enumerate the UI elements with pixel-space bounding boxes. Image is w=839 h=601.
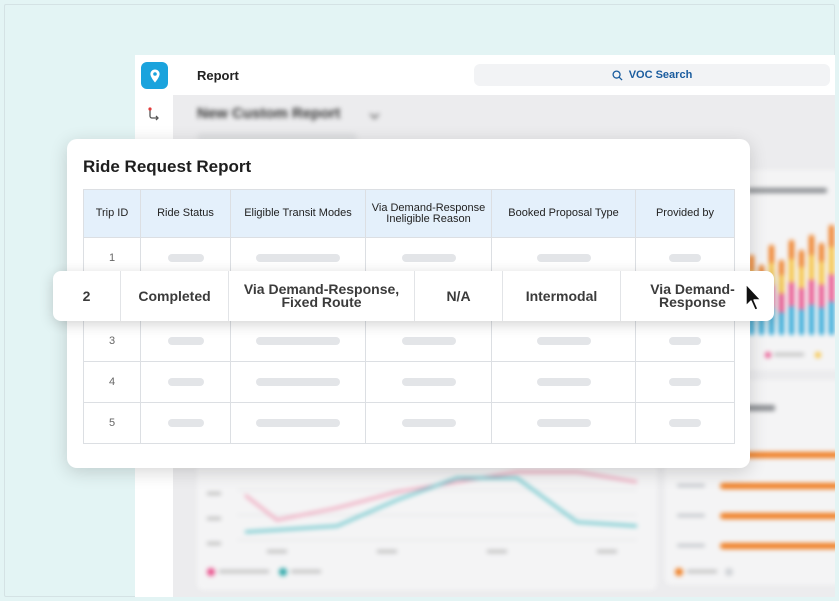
report-title: Ride Request Report <box>83 157 252 176</box>
trip-id-cell: 4 <box>83 361 141 403</box>
column-header-eligible-transit-modes[interactable]: Eligible Transit Modes <box>230 189 366 238</box>
placeholder-pill <box>167 337 204 346</box>
voc-search-button[interactable]: VOC Search <box>474 64 830 86</box>
placeholder-pill <box>167 378 204 387</box>
placeholder-pill <box>256 419 340 428</box>
background-heading: New Custom Report <box>197 105 341 122</box>
bg-chart-legend <box>765 352 825 358</box>
column-header-booked-proposal-type[interactable]: Booked Proposal Type <box>491 189 636 238</box>
trip-id-cell: 5 <box>83 402 141 444</box>
placeholder-pill <box>669 254 701 263</box>
placeholder-pill <box>256 254 340 263</box>
placeholder-pill <box>256 337 340 346</box>
table-row[interactable]: 4 <box>83 361 735 403</box>
logo-location-pin-icon[interactable] <box>141 62 168 89</box>
placeholder-pill <box>401 337 456 346</box>
placeholder-pill <box>536 419 591 428</box>
chevron-down-icon <box>369 109 380 120</box>
mouse-cursor-icon <box>745 283 762 311</box>
placeholder-pill <box>256 378 340 387</box>
placeholder-pill <box>167 419 204 428</box>
highlighted-ride-status: Completed <box>121 271 229 321</box>
search-label: VOC Search <box>628 69 693 81</box>
placeholder-pill <box>536 337 591 346</box>
table-row[interactable]: 5 <box>83 402 735 444</box>
trip-id-cell: 3 <box>83 320 141 362</box>
route-icon[interactable] <box>147 107 161 121</box>
highlighted-booked-proposal-type: Intermodal <box>503 271 621 321</box>
search-icon <box>612 69 623 81</box>
placeholder-pill <box>669 419 701 428</box>
placeholder-pill <box>536 378 591 387</box>
bg-chart-title-line <box>747 188 827 193</box>
table-header-row: Trip ID Ride Status Eligible Transit Mod… <box>83 189 735 238</box>
placeholder-pill <box>401 254 456 263</box>
highlighted-trip-id: 2 <box>53 271 121 321</box>
placeholder-pill <box>536 254 591 263</box>
placeholder-pill <box>401 419 456 428</box>
column-header-trip-id[interactable]: Trip ID <box>83 189 141 238</box>
bg-line-chart-card <box>197 460 657 590</box>
placeholder-pill <box>167 254 204 263</box>
highlighted-table-row[interactable]: 2 Completed Via Demand-Response, Fixed R… <box>53 271 774 321</box>
highlighted-eligible-transit-modes: Via Demand-Response, Fixed Route <box>229 271 415 321</box>
column-header-ineligible-reason[interactable]: Via Demand-Response Ineligible Reason <box>365 189 492 238</box>
placeholder-pill <box>669 378 701 387</box>
app-top-bar: Report VOC Search <box>135 55 835 95</box>
app-title: Report <box>197 68 239 83</box>
column-header-ride-status[interactable]: Ride Status <box>140 189 231 238</box>
table-row[interactable]: 3 <box>83 320 735 362</box>
placeholder-pill <box>401 378 456 387</box>
placeholder-pill <box>669 337 701 346</box>
highlighted-ineligible-reason: N/A <box>415 271 503 321</box>
column-header-provided-by[interactable]: Provided by <box>635 189 735 238</box>
